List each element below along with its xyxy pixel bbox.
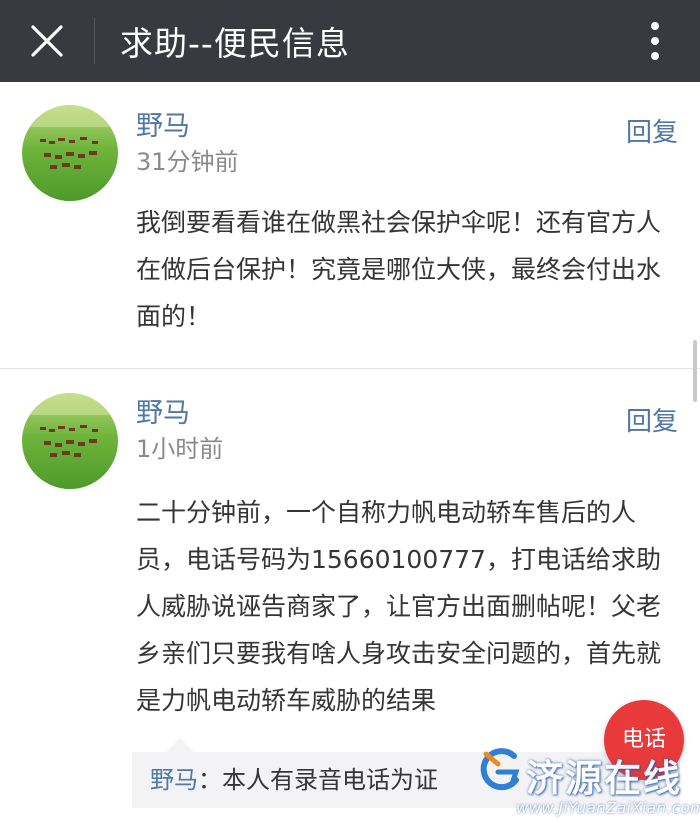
reply-separator: ： xyxy=(198,766,222,794)
nested-reply[interactable]: 野马：本人有录音电话为证 xyxy=(132,752,680,808)
avatar-horses-image xyxy=(22,393,118,489)
more-button[interactable] xyxy=(630,0,680,82)
comment-text: 二十分钟前，一个自称力帆电动轿车售后的人员，电话号码为15660100777，打… xyxy=(136,498,662,715)
avatar[interactable] xyxy=(22,393,118,489)
reply-button[interactable]: 回复 xyxy=(626,401,678,438)
comment-text: 我倒要看看谁在做黑社会保护伞呢！还有官方人在做后台保护！究竟是哪位大侠，最终会付… xyxy=(136,208,662,331)
close-button[interactable] xyxy=(0,0,94,82)
reply-author[interactable]: 野马 xyxy=(150,766,198,794)
avatar-horses-image xyxy=(22,105,118,201)
reply-caret xyxy=(166,738,194,752)
page: 求助--便民信息 野马 31分钟前 回复 我倒要看看谁在做黑社会保护伞呢！还有官… xyxy=(0,0,700,823)
reply-text: 本人有录音电话为证 xyxy=(222,766,438,794)
top-bar: 求助--便民信息 xyxy=(0,0,700,82)
avatar[interactable] xyxy=(22,105,118,201)
more-vertical-icon xyxy=(651,22,659,60)
header-divider xyxy=(94,18,95,64)
comment-item: 野马 31分钟前 回复 我倒要看看谁在做黑社会保护伞呢！还有官方人在做后台保护！… xyxy=(0,82,700,369)
close-icon xyxy=(31,25,63,57)
comment-author[interactable]: 野马 xyxy=(136,104,190,143)
comment-author[interactable]: 野马 xyxy=(136,391,190,430)
comment-time: 1小时前 xyxy=(136,435,224,463)
call-button[interactable]: 电话 xyxy=(604,700,684,780)
comment-time: 31分钟前 xyxy=(136,148,239,176)
page-title: 求助--便民信息 xyxy=(120,24,350,63)
scrollbar[interactable] xyxy=(693,340,697,402)
reply-button[interactable]: 回复 xyxy=(626,112,678,149)
